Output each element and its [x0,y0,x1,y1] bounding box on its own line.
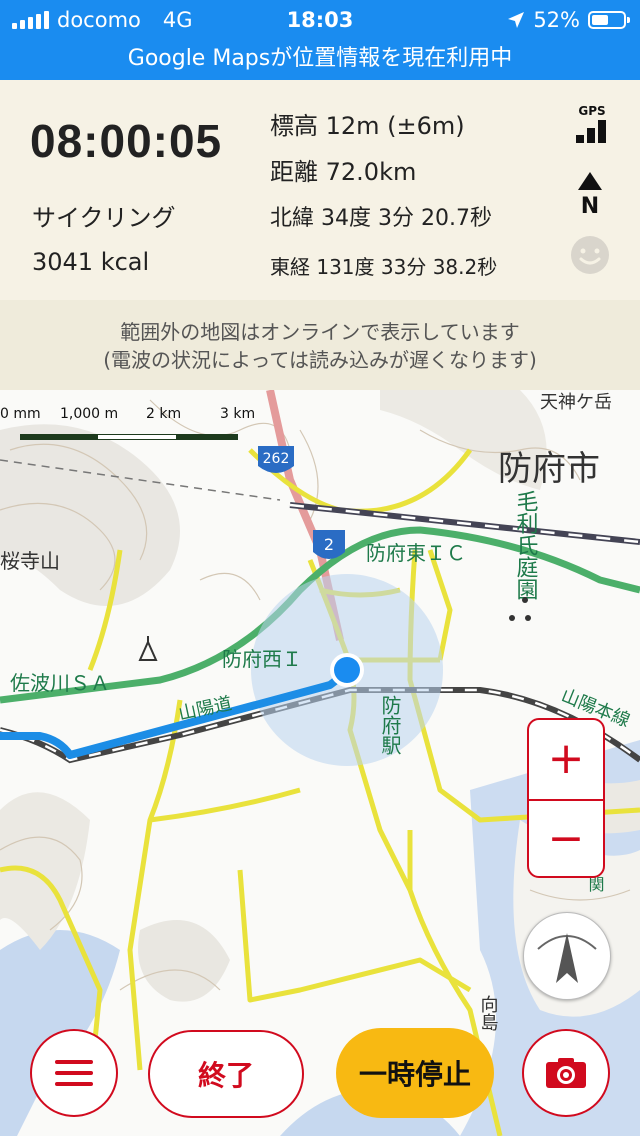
smiley-icon[interactable] [569,234,611,276]
map-label-top-right: 天神ケ岳 [540,392,612,413]
route-262-label: 262 [263,451,290,467]
altitude: 標高 12m (±6m) [270,112,465,140]
status-bar: docomo 4G 18:03 52% [0,0,640,40]
scale-bar-segment [176,434,238,440]
latitude: 北緯 34度 3分 20.7秒 [270,206,492,231]
battery-percent: 52% [533,8,580,32]
notice-line-1: 範囲外の地図はオンラインで表示しています [120,320,520,344]
route-2-shield: 2 [313,530,345,559]
location-usage-banner[interactable]: Google Mapsが位置情報を現在利用中 [0,40,640,80]
route-2-label: 2 [324,535,334,554]
notice-line-2: (電波の状況によっては読み込みが遅くなります) [103,348,537,372]
zoom-control: + − [527,718,605,878]
camera-button[interactable] [522,1029,610,1117]
scale-bar-segment [98,434,176,440]
menu-button[interactable] [30,1029,118,1117]
online-map-notice: 範囲外の地図はオンラインで表示しています (電波の状況によっては読み込みが遅くな… [0,300,640,390]
gps-signal-icon: GPS [576,104,606,143]
north-indicator-icon: N [578,172,602,215]
activity-type: サイクリング [32,204,176,232]
scale-label-1: 1,000 m [60,406,119,422]
compass-button[interactable] [523,912,611,1000]
hamburger-icon [55,1053,93,1093]
camera-icon [546,1058,586,1088]
map-label-ic-east: 防府東ＩＣ [366,541,466,565]
map-label-garden: 毛利氏庭園 [513,490,539,600]
location-arrow-icon [508,12,525,28]
map-label-city: 防府市 [498,449,600,489]
compass-arrow-icon [537,933,597,983]
map-label-sa: 佐波川ＳＡ [10,671,110,695]
map-label-island: 向島 [478,995,499,1032]
end-button[interactable]: 終了 [148,1030,304,1118]
calories: 3041 kcal [32,248,150,276]
peak-icon [138,636,158,661]
map-label-ic-west: 防府西Ｉ [222,647,302,671]
north-label: N [581,194,599,215]
elapsed-time: 08:00:05 [30,115,223,167]
zoom-out-button[interactable]: − [529,800,603,878]
gps-label: GPS [578,104,605,118]
scale-label-0: 0 mm [0,406,41,422]
distance: 距離 72.0km [270,158,417,186]
scale-bar-segment [20,434,98,440]
zoom-in-button[interactable]: + [529,720,603,798]
map-label-station: 防府駅 [378,695,402,756]
longitude: 東経 131度 33分 38.2秒 [270,255,498,279]
route-262-shield: 262 [258,446,294,473]
scale-label-2: 2 km [146,406,182,422]
status-right: 52% [507,8,630,32]
map-label-mountain: 桜寺山 [0,549,60,573]
battery-icon [588,11,630,29]
scale-label-3: 3 km [220,406,256,422]
pause-button[interactable]: 一時停止 [336,1028,494,1118]
